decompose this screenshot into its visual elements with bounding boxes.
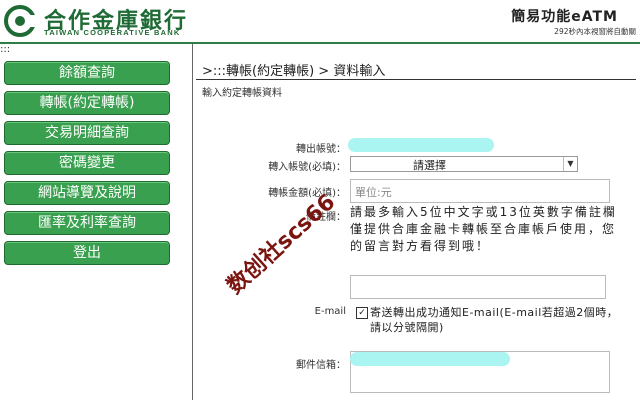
session-timeout-notice: 292秒內本視窗將自動關 [554, 27, 636, 36]
email-notify-checkbox[interactable]: ✓ [356, 307, 368, 319]
sidebar-item-site-guide[interactable]: 網站導覽及說明 [4, 181, 170, 205]
page-breadcrumb: >:::轉帳(約定轉帳) > 資料輸入 [202, 64, 386, 79]
email-notify-text: 寄送轉出成功通知E-mail(E-mail若超過2個時，請以分號隔開) [370, 306, 619, 334]
logo-english-name: TAIWAN COOPERATIVE BANK [44, 28, 181, 37]
main-content: >:::轉帳(約定轉帳) > 資料輸入 輸入約定轉帳資料 轉出帳號： 轉入帳號(… [196, 44, 636, 400]
sidebar-menu: 餘額查詢 轉帳(約定轉帳) 交易明細查詢 密碼變更 網站導覽及說明 匯率及利率查… [4, 61, 170, 271]
memo-hint-text: 請最多輸入5位中文字或13位英數字備註欄僅提供合庫金融卡轉帳至合庫帳戶使用，您的… [350, 205, 617, 253]
sidebar-item-exchange-rates[interactable]: 匯率及利率查詢 [4, 211, 170, 235]
sidebar-item-balance-inquiry[interactable]: 餘額查詢 [4, 61, 170, 85]
mailbox-label: 郵件信箱： [296, 360, 346, 371]
email-option-label: E-mail [314, 306, 346, 317]
amount-placeholder: 單位:元 [355, 186, 392, 199]
sidebar-item-change-password[interactable]: 密碼變更 [4, 151, 170, 175]
mailbox-masked-value [350, 352, 510, 366]
bank-logo-icon [4, 5, 40, 37]
to-account-select[interactable]: 請選擇 ▼ [350, 156, 578, 172]
breadcrumb-divider [196, 79, 636, 80]
from-account-masked-value [348, 138, 494, 152]
amount-input[interactable]: 單位:元 [350, 179, 610, 203]
from-account-label: 轉出帳號： [296, 144, 346, 155]
to-account-label: 轉入帳號(必填)： [268, 162, 346, 173]
sidebar-item-transfer[interactable]: 轉帳(約定轉帳) [4, 91, 170, 115]
sidebar-item-logout[interactable]: 登出 [4, 241, 170, 265]
header-banner: 合作金庫銀行 TAIWAN COOPERATIVE BANK 簡易功能eATM … [0, 0, 640, 44]
sidebar-item-transaction-details[interactable]: 交易明細查詢 [4, 121, 170, 145]
sidebar-breadcrumb: ::: [0, 44, 11, 55]
column-divider [192, 44, 193, 400]
memo-input[interactable] [350, 275, 606, 299]
chevron-down-icon[interactable]: ▼ [563, 157, 577, 171]
section-subtitle: 輸入約定轉帳資料 [202, 88, 282, 99]
to-account-selected-value: 請選擇 [413, 159, 446, 172]
bank-logo: 合作金庫銀行 TAIWAN COOPERATIVE BANK [4, 3, 244, 39]
service-title: 簡易功能eATM [511, 9, 618, 25]
